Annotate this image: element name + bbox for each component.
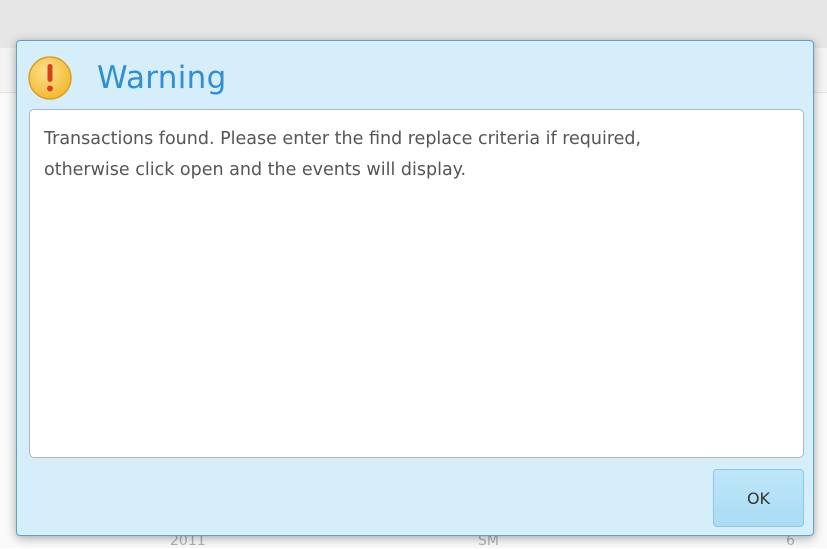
dialog-title: Warning [97, 60, 227, 96]
message-box: Transactions found. Please enter the fin… [29, 109, 804, 458]
message-line: otherwise click open and the events will… [44, 160, 467, 180]
warning-dialog: Warning Transactions found. Please enter… [16, 40, 814, 536]
warning-icon [27, 55, 73, 101]
ok-button[interactable]: OK [713, 469, 804, 527]
message-line: Transactions found. Please enter the fin… [44, 129, 642, 149]
